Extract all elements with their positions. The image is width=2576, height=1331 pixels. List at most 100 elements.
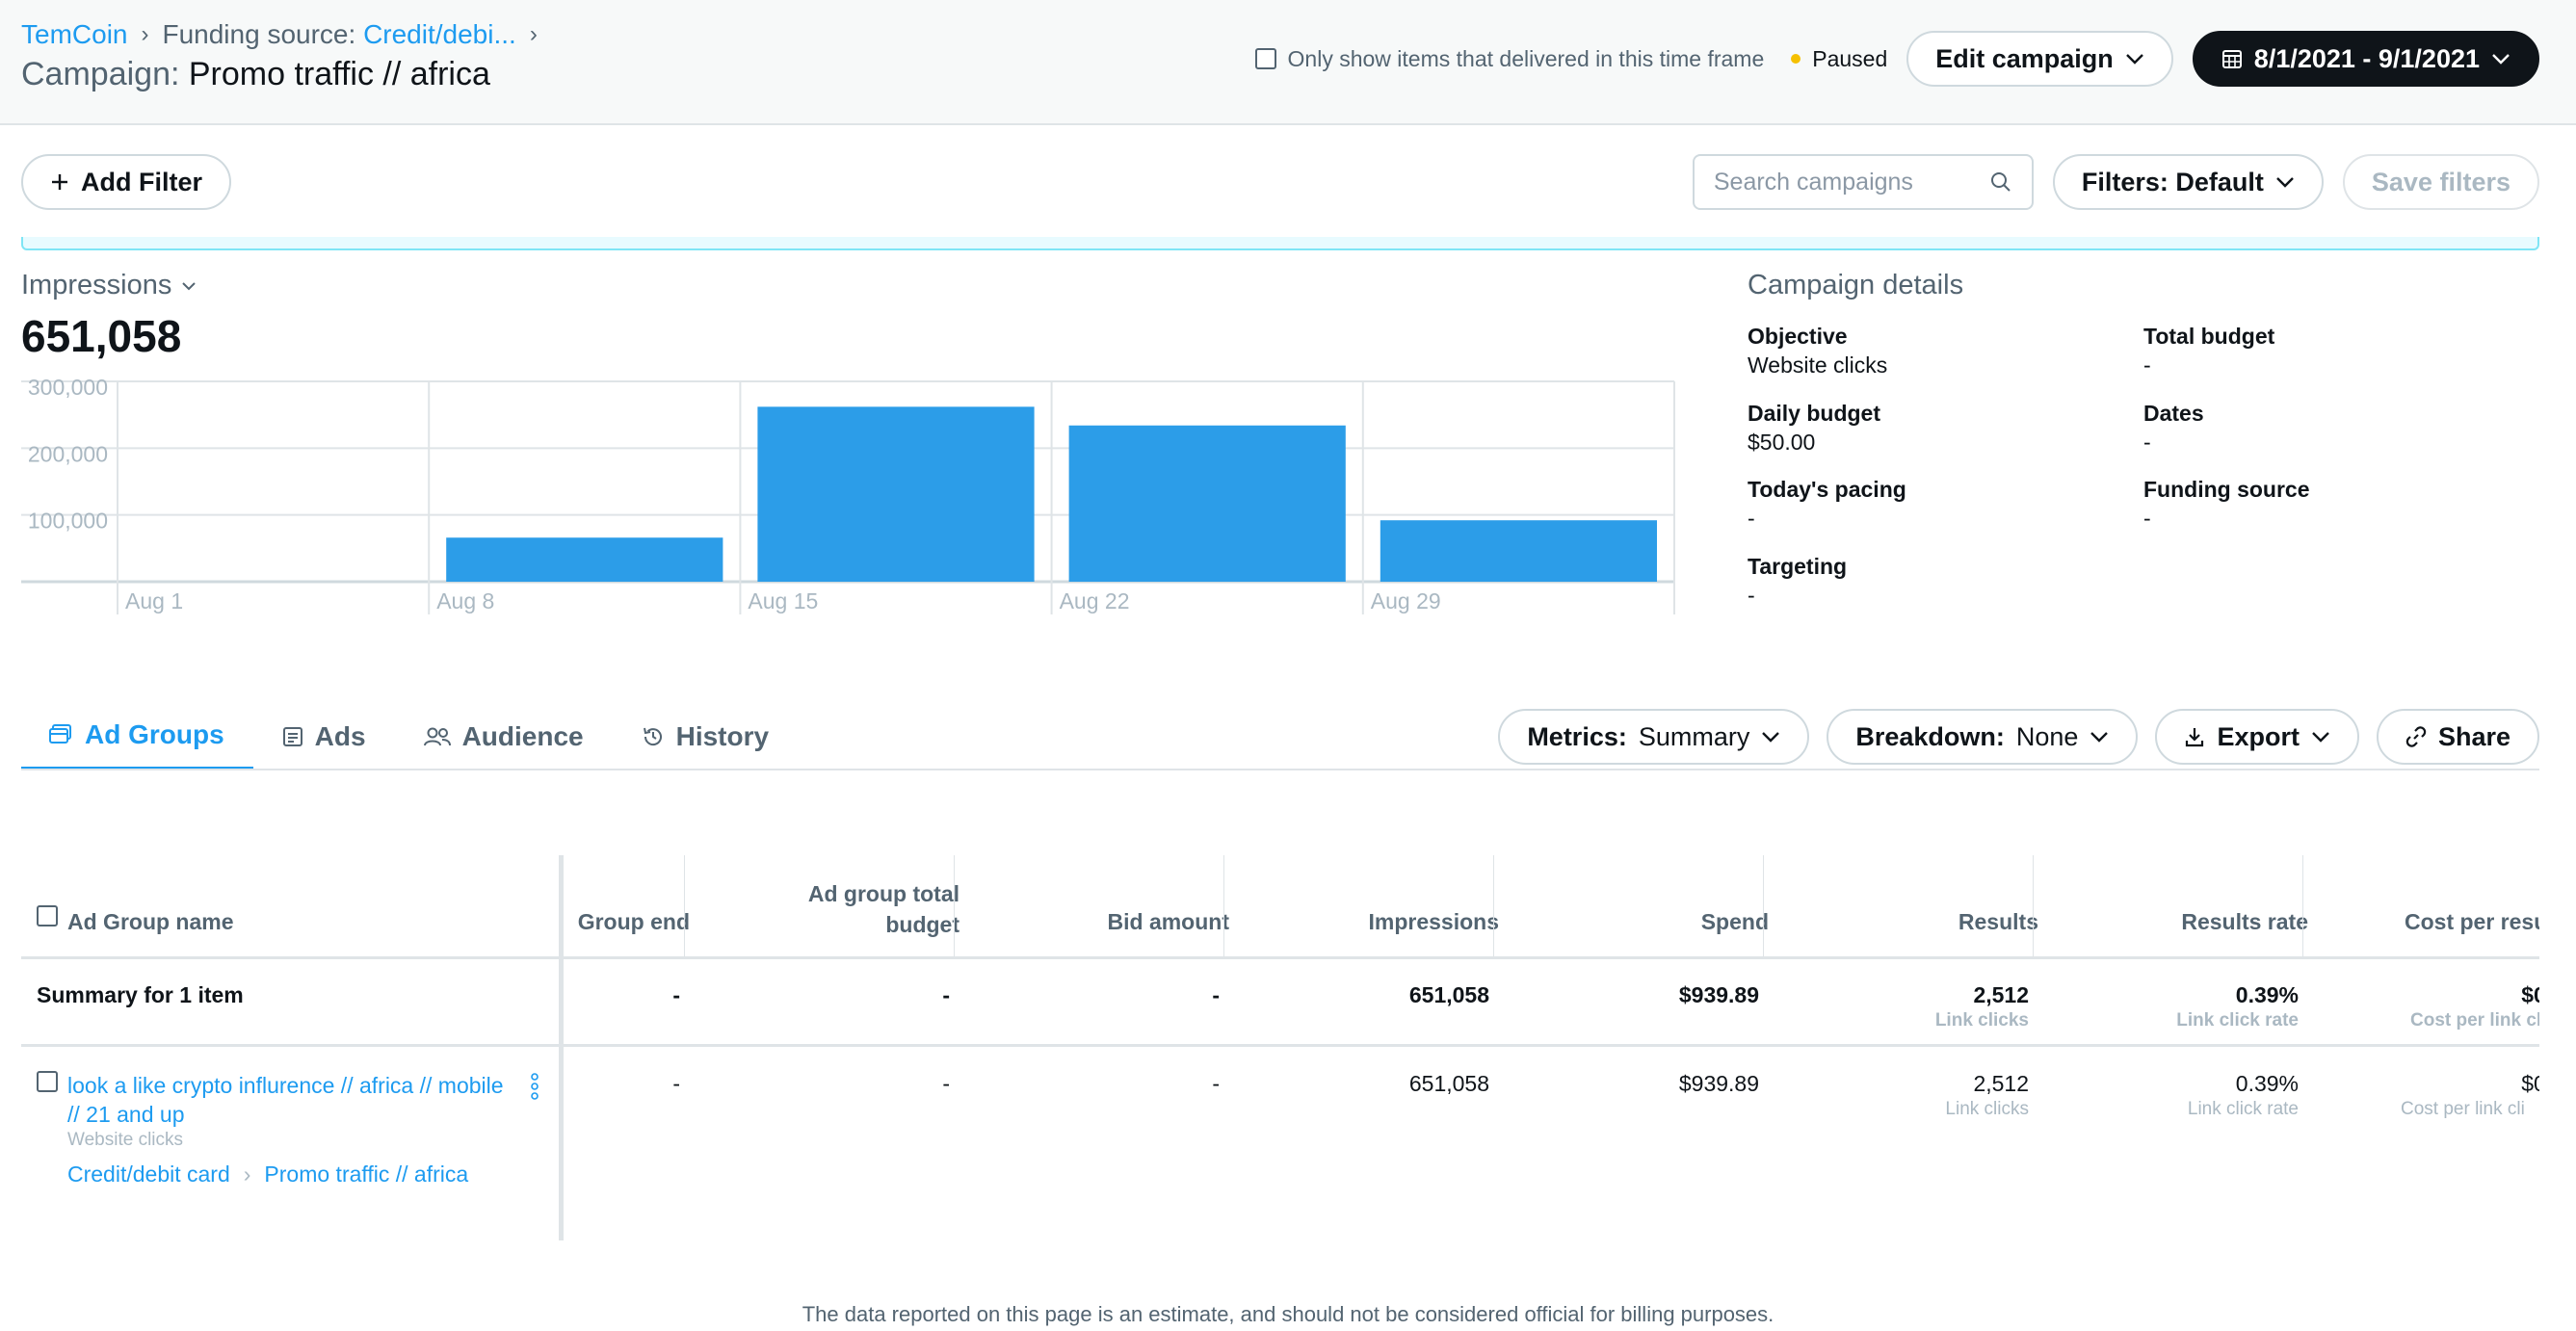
detail-label: Targeting — [1748, 554, 1848, 579]
detail-label: Today's pacing — [1748, 477, 1906, 502]
date-range-button[interactable]: 8/1/2021 - 9/1/2021 — [2192, 31, 2539, 87]
summary-results-rate: 0.39% Link click rate — [2176, 982, 2299, 1031]
detail-todays-pacing: Today's pacing - — [1748, 475, 1906, 533]
funding-label: Funding source: — [162, 19, 356, 49]
detail-value: - — [1748, 506, 1755, 531]
impressions-bar-chart: 100,000 200,000 300,000 Aug 1 Aug 8 Aug 15 Aug… — [21, 378, 1675, 614]
summary-results-value: 2,512 — [1973, 982, 2029, 1007]
edit-campaign-button[interactable]: Edit campaign — [1906, 31, 2173, 87]
delivered-filter-checkbox[interactable]: Only show items that delivered in this t… — [1254, 46, 1764, 72]
column-header-results[interactable]: Results — [1958, 909, 2038, 935]
row-checkbox[interactable] — [37, 1071, 58, 1092]
summary-budget: - — [942, 982, 950, 1007]
breadcrumb-funding-link[interactable]: Credit/debi... — [363, 19, 516, 49]
chevron-right-icon: › — [141, 21, 149, 47]
info-banner-strip — [21, 237, 2539, 250]
ad-group-name-link[interactable]: look a like crypto influrence // africa … — [67, 1071, 504, 1129]
breadcrumb-funding-link[interactable]: Credit/debit card — [67, 1160, 230, 1188]
status-text: Paused — [1812, 45, 1888, 71]
chevron-down-icon — [2312, 732, 2329, 743]
summary-row: Summary for 1 item - - - 651,058 $939.89… — [21, 959, 2539, 1046]
save-filters-label: Save filters — [2371, 167, 2510, 196]
column-header-cost-per-result[interactable]: Cost per resu — [2405, 909, 2539, 935]
column-header-name[interactable]: Ad Group name — [67, 909, 234, 935]
column-header-results-rate[interactable]: Results rate — [2181, 909, 2308, 935]
metric-name: Impressions — [21, 270, 172, 300]
tab-actions: Metrics: Summary Breakdown: None Export … — [1498, 709, 2539, 765]
tab-label: Ads — [314, 721, 366, 751]
row-cost-per-sub: Cost per link cli — [2401, 1099, 2525, 1119]
checkbox[interactable] — [1254, 48, 1276, 69]
tab-history[interactable]: History — [613, 703, 798, 770]
ad-group-objective: Website clicks — [67, 1130, 184, 1150]
status-badge: Paused — [1791, 46, 1887, 72]
search-campaigns-field[interactable] — [1692, 154, 2034, 210]
column-header-budget-line2: budget — [885, 912, 959, 937]
row-bid: - — [1212, 1071, 1220, 1096]
detail-label: Total budget — [2143, 324, 2275, 349]
row-results-value: 2,512 — [1973, 1071, 2029, 1096]
frozen-column-divider[interactable] — [559, 855, 564, 1240]
ad-group-name-cell: look a like crypto influrence // africa … — [67, 1071, 504, 1188]
column-divider — [2302, 855, 2303, 959]
row-results-rate-sub: Link click rate — [2187, 1099, 2299, 1119]
tab-bar: Ad Groups Ads Audience History — [21, 703, 798, 770]
more-options-icon[interactable] — [530, 1073, 539, 1100]
share-button[interactable]: Share — [2376, 709, 2539, 765]
status-dot-icon — [1791, 54, 1801, 64]
filters-dropdown[interactable]: Filters: Default — [2052, 154, 2324, 210]
row-results-sub: Link clicks — [1945, 1099, 2029, 1119]
detail-label: Daily budget — [1748, 401, 1881, 426]
chart-x-tick-label: Aug 15 — [748, 588, 818, 613]
chart-x-tick-label: Aug 22 — [1060, 588, 1130, 613]
filter-toolbar: Add Filter Filters: Default Save filters — [0, 127, 2576, 239]
detail-value: - — [1748, 583, 1755, 608]
tab-ads[interactable]: Ads — [253, 703, 395, 770]
chevron-right-icon: › — [243, 1161, 251, 1187]
tab-ad-groups[interactable]: Ad Groups — [21, 703, 253, 770]
summary-results: 2,512 Link clicks — [1935, 982, 2029, 1031]
campaign-prefix: Campaign: — [21, 56, 180, 92]
metrics-dropdown[interactable]: Metrics: Summary — [1498, 709, 1810, 765]
breadcrumb-campaign-link[interactable]: Promo traffic // africa — [264, 1160, 468, 1188]
ad-group-name-line2: // 21 and up — [67, 1102, 185, 1127]
summary-divider — [21, 1044, 2539, 1047]
tab-label: History — [675, 721, 770, 751]
summary-spend: $939.89 — [1678, 982, 1759, 1007]
select-all-checkbox[interactable] — [37, 905, 58, 926]
detail-value: Website clicks — [1748, 352, 1888, 378]
campaign-details-title: Campaign details — [1748, 270, 1964, 300]
column-divider — [1223, 855, 1224, 959]
breadcrumb-account-link[interactable]: TemCoin — [21, 19, 127, 50]
search-icon[interactable] — [1989, 170, 2012, 194]
chart-bar — [1380, 520, 1657, 582]
breakdown-dropdown[interactable]: Breakdown: None — [1827, 709, 2139, 765]
column-divider — [954, 855, 955, 959]
column-header-impressions[interactable]: Impressions — [1369, 909, 1500, 935]
row-cost-per-value: $0.3 — [2521, 1071, 2539, 1096]
chart-bar — [446, 537, 723, 582]
edit-campaign-label: Edit campaign — [1935, 43, 2114, 73]
billing-disclaimer: The data reported on this page is an est… — [802, 1302, 1774, 1326]
breadcrumb: TemCoin › Funding source: Credit/debi...… — [21, 19, 538, 50]
add-filter-button[interactable]: Add Filter — [21, 154, 231, 210]
audience-icon — [423, 727, 451, 746]
detail-value: - — [2143, 352, 2151, 378]
metric-total: 651,058 — [21, 311, 182, 361]
search-input[interactable] — [1713, 168, 1974, 196]
save-filters-button[interactable]: Save filters — [2342, 154, 2539, 210]
detail-objective: Objective Website clicks — [1748, 322, 1887, 379]
column-header-bid-amount[interactable]: Bid amount — [1108, 909, 1230, 935]
export-button[interactable]: Export — [2155, 709, 2359, 765]
column-header-group-end[interactable]: Group end — [578, 909, 690, 935]
chevron-down-icon — [2492, 54, 2510, 65]
export-label: Export — [2217, 721, 2300, 751]
chevron-down-icon — [182, 281, 197, 290]
column-header-spend[interactable]: Spend — [1701, 909, 1769, 935]
tab-audience[interactable]: Audience — [395, 703, 613, 770]
chevron-down-icon — [2276, 177, 2294, 188]
ad-groups-icon — [49, 724, 71, 744]
chevron-down-icon — [2125, 54, 2143, 65]
column-header-budget[interactable]: Ad group total budget — [808, 878, 959, 940]
metric-selector[interactable]: Impressions — [21, 270, 197, 301]
